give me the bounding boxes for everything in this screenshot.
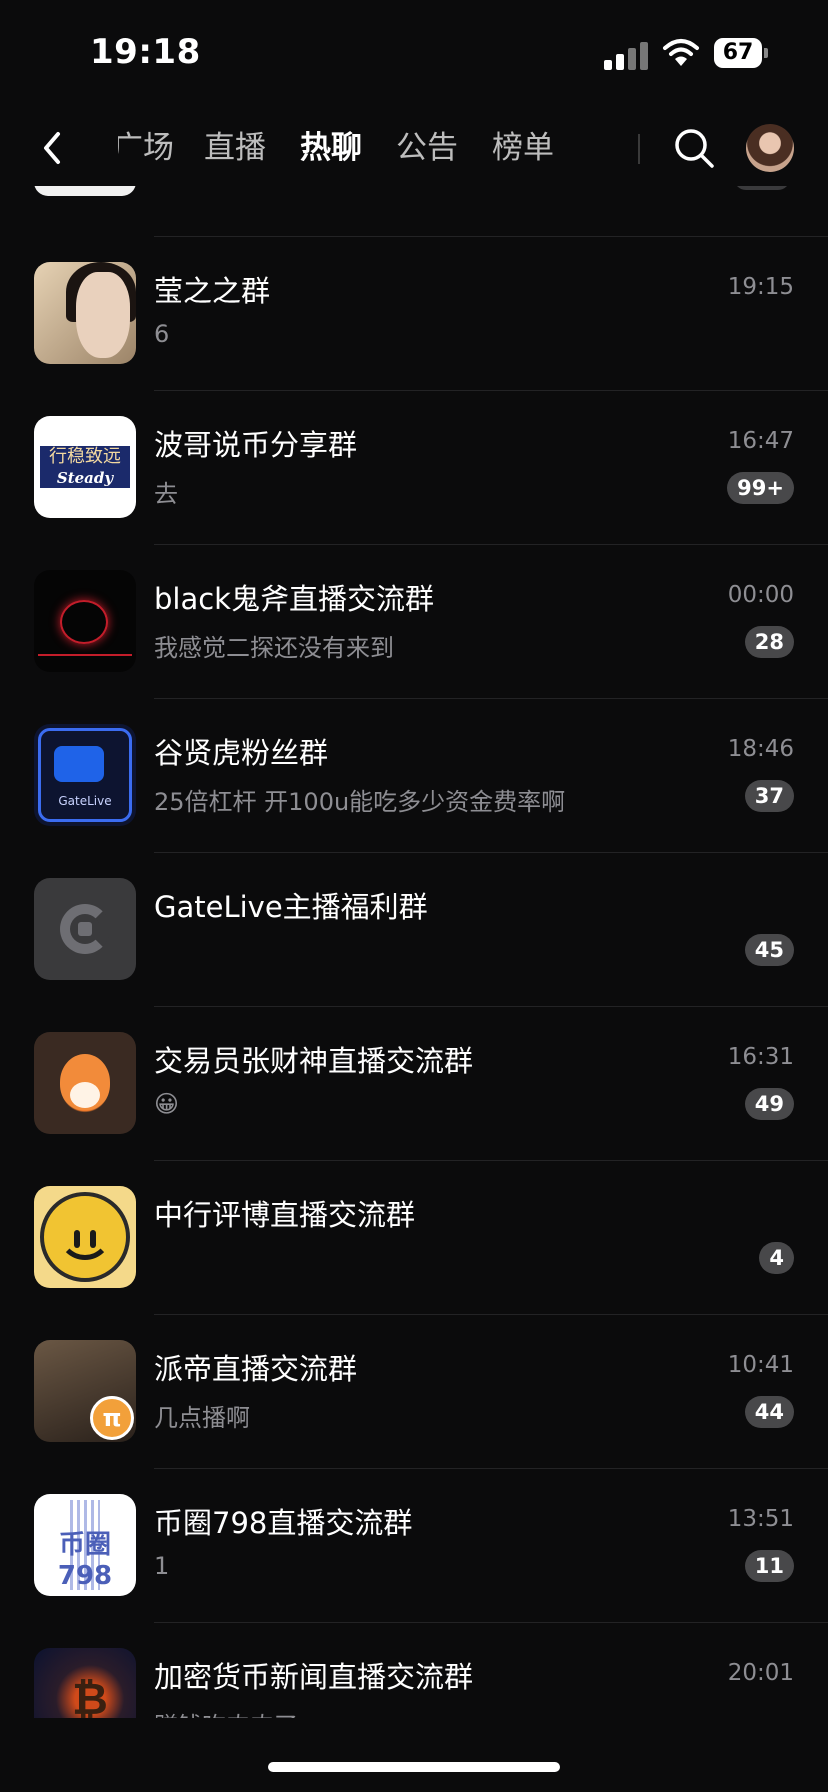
chat-name: 中行评博直播交流群 — [154, 1198, 416, 1232]
chat-time: 18:46 — [727, 736, 794, 762]
chat-time: 16:47 — [727, 428, 794, 454]
list-separator — [154, 698, 828, 699]
chat-row[interactable]: 行稳致远 Steady 波哥说币分享群 去 16:47 99+ — [0, 392, 828, 546]
group-avatar — [34, 262, 136, 364]
group-avatar — [34, 878, 136, 980]
chat-last-message: 赚钱吃肉肉了 — [154, 1706, 298, 1718]
avatar-text: 币圈798 — [57, 1530, 113, 1591]
unread-badge: 28 — [744, 626, 794, 658]
tab-announcement[interactable]: 公告 — [396, 126, 458, 170]
partial-list-item — [34, 186, 136, 196]
partial-unread-badge — [734, 186, 790, 190]
chat-row[interactable]: black鬼斧直播交流群 我感觉二探还没有来到 00:00 28 — [0, 546, 828, 700]
group-avatar: GateLive — [34, 724, 136, 826]
chat-time: 00:00 — [727, 582, 794, 608]
status-bar: 19:18 67 — [0, 0, 828, 100]
list-separator — [154, 852, 828, 853]
chat-time: 13:51 — [727, 1506, 794, 1532]
home-indicator[interactable] — [268, 1762, 560, 1772]
chat-last-message: 1 — [154, 1552, 170, 1580]
unread-badge: 49 — [744, 1088, 794, 1120]
list-separator — [154, 390, 828, 391]
unread-badge: 37 — [744, 780, 794, 812]
chat-last-message: 25倍杠杆 开100u能吃多少资金费率啊 — [154, 788, 566, 816]
chat-last-message: 6 — [154, 320, 170, 348]
group-avatar: 行稳致远 Steady — [34, 416, 136, 518]
chat-last-message: 我感觉二探还没有来到 — [154, 634, 394, 662]
chat-row[interactable]: GateLive 谷贤虎粉丝群 25倍杠杆 开100u能吃多少资金费率啊 18:… — [0, 700, 828, 854]
chat-name: 加密货币新闻直播交流群 — [154, 1660, 474, 1694]
unread-badge: 11 — [744, 1550, 794, 1582]
chat-name: 谷贤虎粉丝群 — [154, 736, 329, 770]
search-icon[interactable] — [672, 126, 716, 170]
tab-bar: 广场 直播 热聊 公告 榜单 — [118, 126, 588, 170]
unread-badge: 45 — [744, 934, 794, 966]
unread-badge: 44 — [744, 1396, 794, 1428]
status-time: 19:18 — [90, 32, 201, 72]
list-separator — [154, 1468, 828, 1469]
list-separator — [154, 544, 828, 545]
top-nav: 广场 直播 热聊 公告 榜单 — [0, 110, 828, 186]
chat-row[interactable]: 币圈798 币圈798直播交流群 1 13:51 11 — [0, 1470, 828, 1624]
chat-row[interactable]: GateLive主播福利群 45 — [0, 854, 828, 1008]
battery-level: 67 — [714, 38, 762, 68]
user-avatar[interactable] — [746, 124, 794, 172]
list-separator — [154, 1006, 828, 1007]
back-icon[interactable] — [38, 128, 68, 168]
list-separator — [154, 1314, 828, 1315]
list-separator — [154, 236, 828, 237]
chat-name: 派帝直播交流群 — [154, 1352, 358, 1386]
list-separator — [154, 1622, 828, 1623]
chat-name: 莹之之群 — [154, 274, 271, 308]
avatar-text: GateLive — [58, 794, 112, 808]
chat-row[interactable]: 莹之之群 6 19:15 — [0, 238, 828, 392]
unread-badge: 99+ — [727, 472, 794, 504]
unread-badge: 4 — [759, 1242, 794, 1274]
bitcoin-icon: ₿ — [72, 1674, 108, 1718]
chat-time: 20:01 — [727, 1660, 794, 1686]
chat-row[interactable]: π 派帝直播交流群 几点播啊 10:41 44 — [0, 1316, 828, 1470]
tab-leaderboard[interactable]: 榜单 — [492, 126, 554, 170]
cellular-signal-icon — [604, 42, 648, 70]
nav-divider — [638, 134, 640, 164]
tab-live[interactable]: 直播 — [204, 126, 266, 170]
group-avatar — [34, 1032, 136, 1134]
chat-last-message: 几点播啊 — [154, 1404, 250, 1432]
chat-name: GateLive主播福利群 — [154, 890, 428, 924]
battery-icon: 67 — [714, 38, 768, 68]
chat-name: 波哥说币分享群 — [154, 428, 358, 462]
tab-hot-chat[interactable]: 热聊 — [300, 126, 362, 170]
chat-row[interactable]: 中行评博直播交流群 4 — [0, 1162, 828, 1316]
group-avatar — [34, 1186, 136, 1288]
avatar-text: Steady — [56, 469, 114, 487]
tab-square[interactable]: 广场 — [118, 126, 174, 170]
group-avatar: ₿ — [34, 1648, 136, 1718]
avatar-text: 行稳致远 — [49, 446, 121, 467]
chat-time: 16:31 — [727, 1044, 794, 1070]
chat-name: 币圈798直播交流群 — [154, 1506, 413, 1540]
group-avatar: π — [34, 1340, 136, 1442]
group-avatar — [34, 570, 136, 672]
chat-time: 10:41 — [727, 1352, 794, 1378]
chat-row[interactable]: ₿ 加密货币新闻直播交流群 赚钱吃肉肉了 20:01 — [0, 1624, 828, 1718]
group-avatar: 币圈798 — [34, 1494, 136, 1596]
chat-row[interactable]: 交易员张财神直播交流群 😀 16:31 49 — [0, 1008, 828, 1162]
list-separator — [154, 1160, 828, 1161]
chat-name: black鬼斧直播交流群 — [154, 582, 434, 616]
chat-last-message: 😀 — [154, 1090, 180, 1118]
chat-name: 交易员张财神直播交流群 — [154, 1044, 474, 1078]
chat-list: 莹之之群 6 19:15 行稳致远 Steady 波哥说币分享群 去 16:47… — [0, 186, 828, 1718]
chat-time: 19:15 — [727, 274, 794, 300]
pi-coin-icon: π — [90, 1396, 134, 1440]
chat-last-message: 去 — [154, 480, 178, 508]
wifi-icon — [663, 39, 699, 66]
